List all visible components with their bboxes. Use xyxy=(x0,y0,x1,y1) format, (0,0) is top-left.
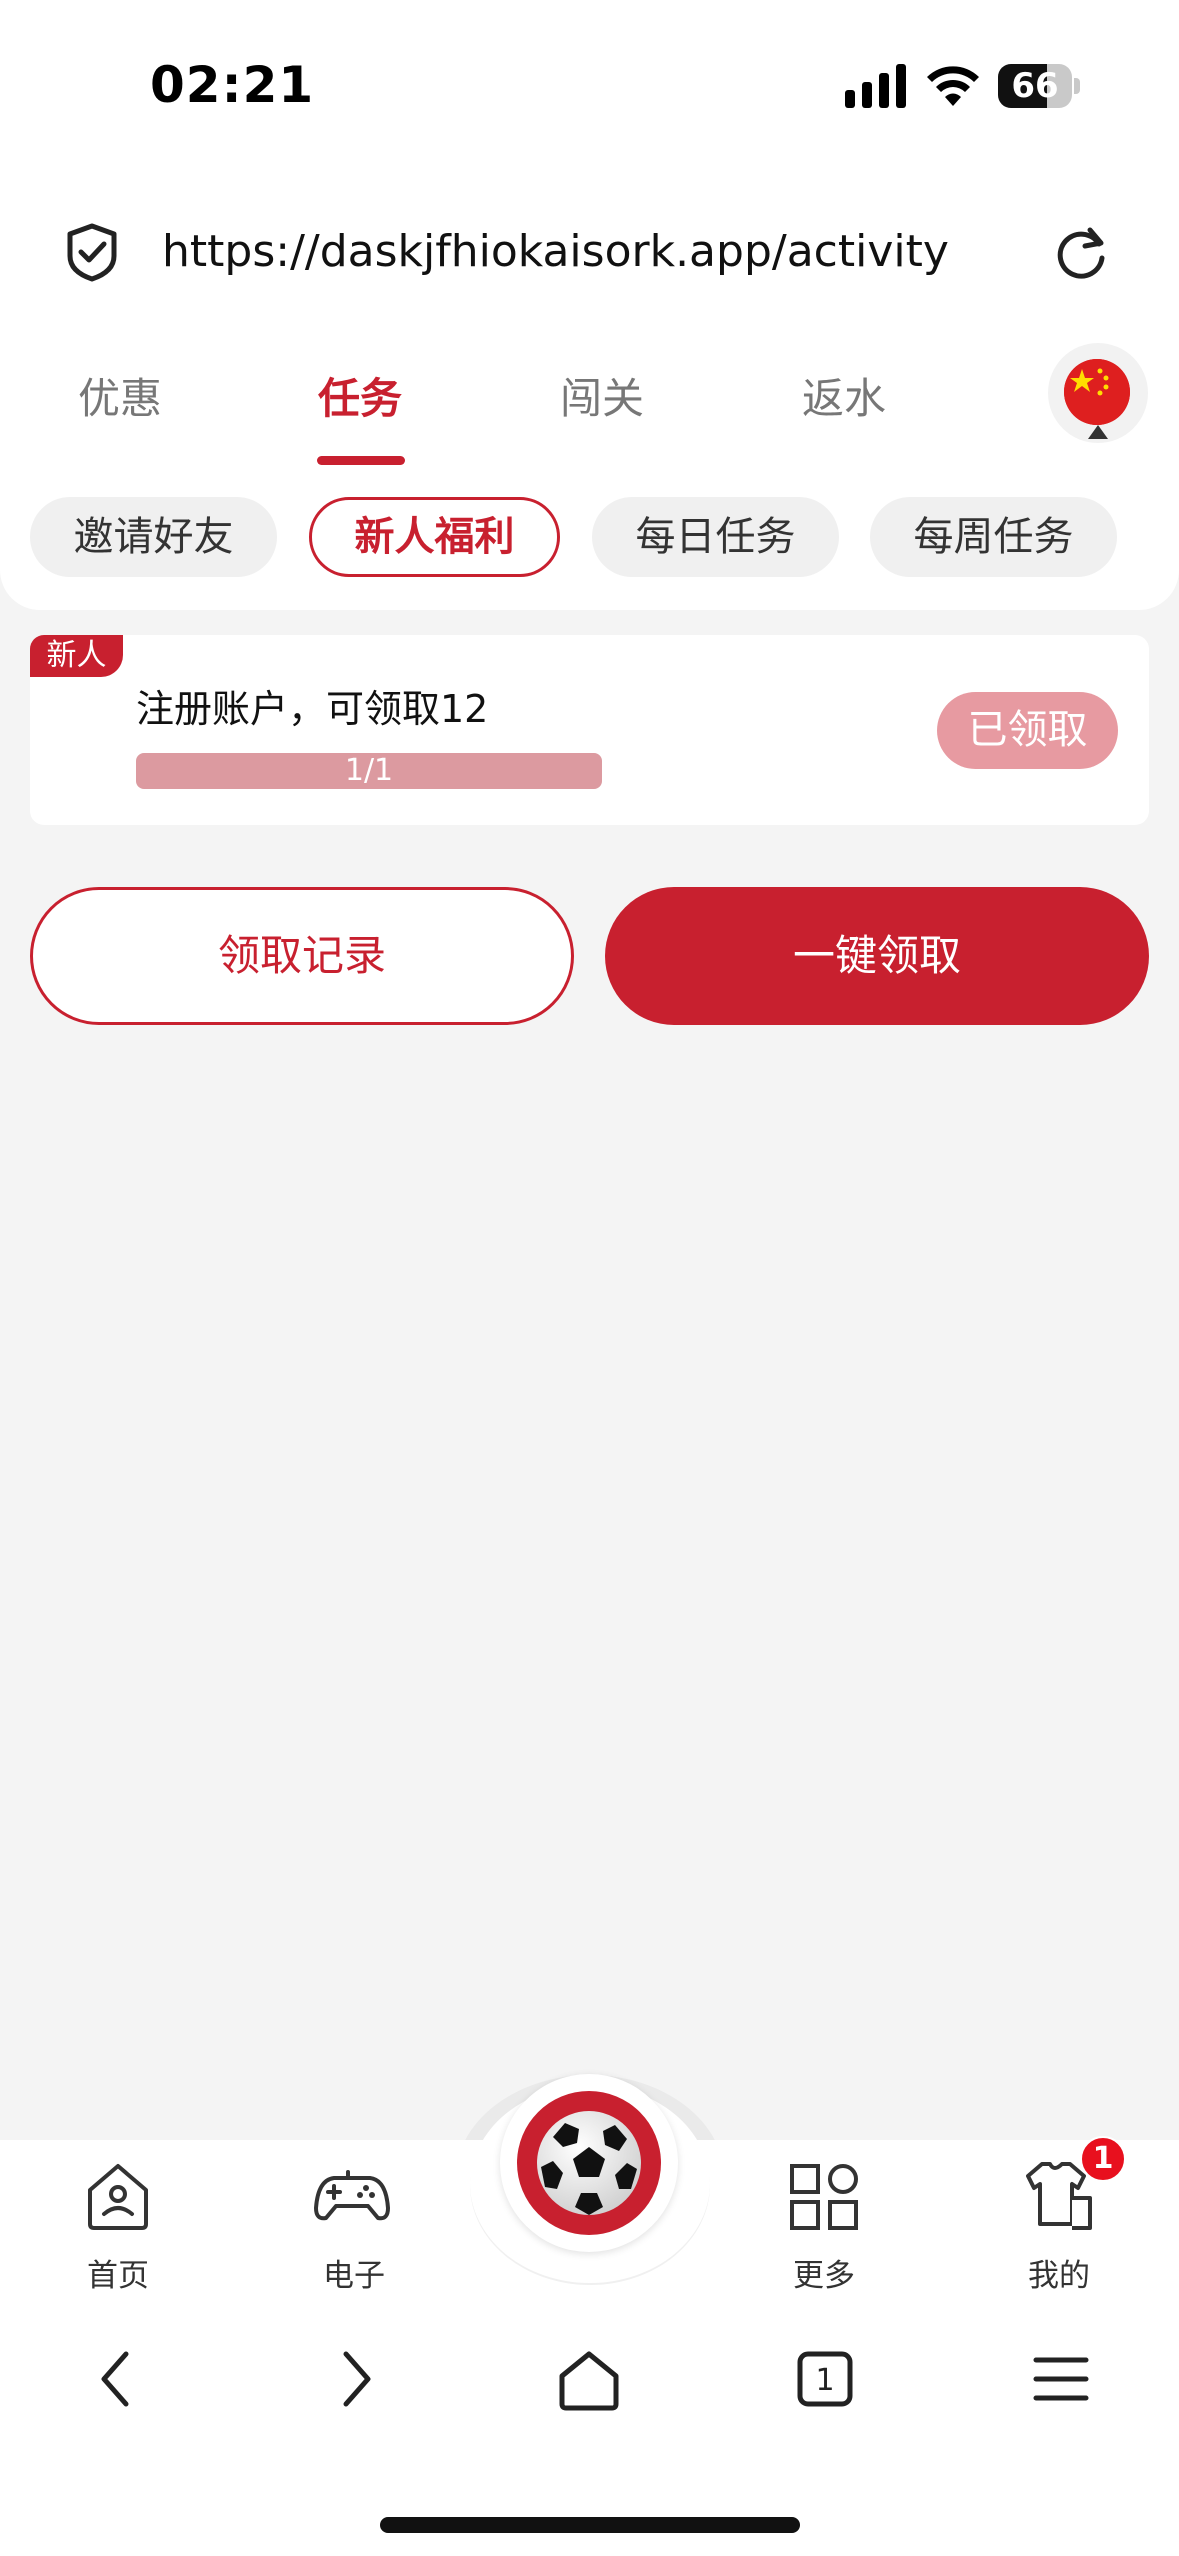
tab-youhui[interactable]: 优惠 xyxy=(78,365,162,426)
url-text[interactable]: https://daskjfhiokaisork.app/activity xyxy=(162,226,949,277)
language-dropdown-arrow-icon xyxy=(1088,425,1108,439)
home-browser-icon[interactable] xyxy=(556,2346,622,2412)
menu-icon[interactable] xyxy=(1028,2346,1094,2412)
chip-daily-tasks[interactable]: 每日任务 xyxy=(592,497,839,577)
cellular-signal-icon xyxy=(845,64,906,108)
status-time: 02:21 xyxy=(150,56,315,114)
chip-invite-friends[interactable]: 邀请好友 xyxy=(30,497,277,577)
svg-text:1: 1 xyxy=(815,2363,834,2398)
reload-icon[interactable] xyxy=(1052,222,1110,282)
soccer-ball-icon[interactable] xyxy=(535,2109,643,2217)
task-title: 注册账户，可领取12 xyxy=(136,687,489,731)
battery-level: 66 xyxy=(1011,66,1059,106)
newbie-tag: 新人 xyxy=(30,635,123,677)
notification-badge: 1 xyxy=(1080,2136,1126,2182)
tab-chuangguan[interactable]: 闯关 xyxy=(560,365,644,426)
tab-fanshui[interactable]: 返水 xyxy=(802,365,886,426)
chip-weekly-tasks[interactable]: 每周任务 xyxy=(870,497,1117,577)
nav-label-electronic[interactable]: 电子 xyxy=(294,2250,414,2295)
nav-label-home[interactable]: 首页 xyxy=(58,2250,178,2295)
gamepad-icon[interactable] xyxy=(314,2158,390,2234)
back-icon[interactable] xyxy=(86,2346,152,2412)
nav-label-more[interactable]: 更多 xyxy=(764,2250,884,2295)
tab-renwu[interactable]: 任务 xyxy=(318,365,402,426)
grid-icon[interactable] xyxy=(786,2158,862,2234)
forward-icon[interactable] xyxy=(320,2346,386,2412)
active-tab-indicator xyxy=(317,456,405,465)
shield-check-icon[interactable] xyxy=(62,222,122,282)
claimed-button[interactable]: 已领取 xyxy=(937,692,1118,769)
nav-label-mine[interactable]: 我的 xyxy=(999,2250,1119,2295)
claim-all-button[interactable]: 一键领取 xyxy=(605,887,1149,1025)
home-indicator xyxy=(380,2517,800,2533)
china-flag-icon[interactable] xyxy=(1064,359,1130,425)
wifi-icon xyxy=(927,66,979,106)
battery-icon: 66 xyxy=(998,64,1080,108)
tabs-icon[interactable]: 1 xyxy=(792,2346,858,2412)
home-icon[interactable] xyxy=(80,2158,156,2234)
task-progress-bar: 1/1 xyxy=(136,753,602,789)
claim-history-button[interactable]: 领取记录 xyxy=(30,887,574,1025)
chip-newbie-benefits[interactable]: 新人福利 xyxy=(309,497,560,577)
